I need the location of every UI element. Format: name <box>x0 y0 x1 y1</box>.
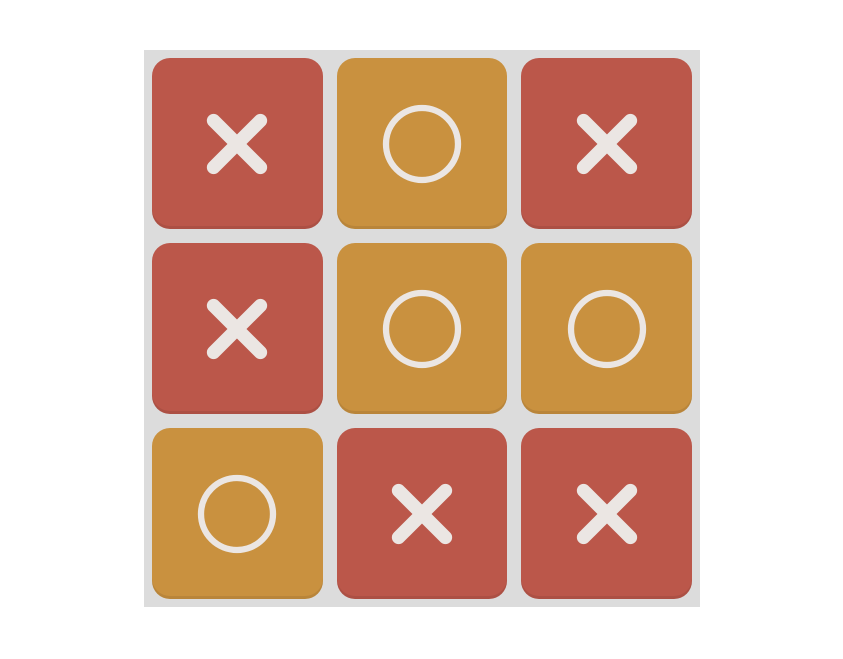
o-icon <box>382 104 462 183</box>
board-cell-r2-c3[interactable] <box>521 243 692 414</box>
x-icon <box>576 483 637 544</box>
board-cell-r1-c1[interactable] <box>152 58 323 229</box>
o-icon <box>567 289 646 368</box>
x-icon <box>576 113 637 174</box>
x-icon <box>391 483 453 544</box>
o-icon <box>198 474 277 553</box>
board-cell-r3-c1[interactable] <box>152 428 323 599</box>
board-cell-r3-c2[interactable] <box>336 428 508 599</box>
x-icon <box>207 113 268 174</box>
board-cell-r2-c2[interactable] <box>336 243 508 414</box>
x-icon <box>207 298 268 359</box>
board-cell-r1-c2[interactable] <box>336 58 508 229</box>
o-icon <box>382 289 462 368</box>
board-cell-r3-c3[interactable] <box>521 428 692 599</box>
board-cell-r2-c1[interactable] <box>152 243 323 414</box>
board-cell-r1-c3[interactable] <box>521 58 692 229</box>
tic-tac-toe-board <box>144 50 700 607</box>
